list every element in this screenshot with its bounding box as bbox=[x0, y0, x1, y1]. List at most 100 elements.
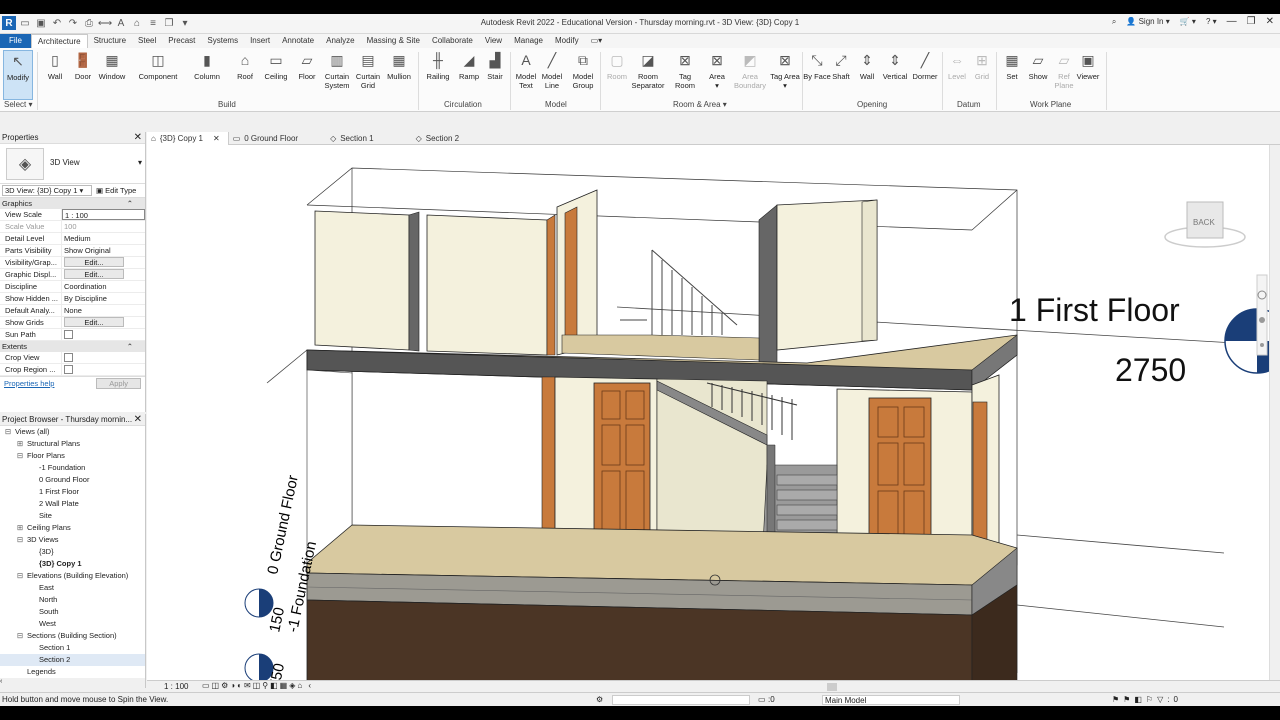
type-selector[interactable]: ◈ 3D View ▾ bbox=[0, 144, 145, 184]
property-value[interactable]: Edit... bbox=[62, 269, 145, 280]
property-value[interactable]: Medium bbox=[62, 233, 145, 244]
property-value[interactable] bbox=[62, 364, 145, 375]
upper-railing[interactable] bbox=[620, 249, 738, 335]
room-separator-button[interactable]: ◪ Room Separator bbox=[630, 50, 666, 100]
tag-room-button[interactable]: ⊠ Tag Room bbox=[670, 50, 700, 100]
door-button[interactable]: 🚪 Door bbox=[68, 50, 98, 100]
design-option-dropdown[interactable]: Main Model bbox=[822, 695, 960, 705]
tab-section-2[interactable]: ◇ Section 2 bbox=[412, 132, 468, 145]
tab-systems[interactable]: Systems bbox=[201, 34, 244, 48]
browser-item[interactable]: ⊞ Ceiling Plans bbox=[0, 522, 145, 534]
browser-item[interactable]: ⊟ Sections (Building Section) bbox=[0, 630, 145, 642]
curtain-system-button[interactable]: ▥ Curtain System bbox=[322, 50, 352, 100]
browser-item[interactable]: West bbox=[0, 618, 145, 630]
help-icon[interactable]: ? ▾ bbox=[1206, 17, 1217, 26]
3d-view-icon[interactable]: ⌂ bbox=[130, 16, 144, 30]
save-icon[interactable]: ▣ bbox=[34, 16, 48, 30]
workset-dropdown[interactable] bbox=[612, 695, 750, 705]
undo-icon[interactable]: ↶ bbox=[50, 16, 64, 30]
view-controls-icons[interactable]: ▭◫⚙◑◐✉◫⚲◧▦◈⌂ ‹ bbox=[202, 681, 313, 690]
door-left[interactable] bbox=[593, 382, 651, 546]
browser-item[interactable]: Site bbox=[0, 510, 145, 522]
tab-structure[interactable]: Structure bbox=[88, 34, 132, 48]
tab-ground-floor[interactable]: ▭ 0 Ground Floor bbox=[229, 132, 306, 145]
browser-item[interactable]: {3D} Copy 1 bbox=[0, 558, 145, 570]
wall-button[interactable]: ▯ Wall bbox=[40, 50, 70, 100]
worksets-icon[interactable]: ⚙ bbox=[596, 693, 603, 707]
ribbon-options-icon[interactable]: ▭▾ bbox=[585, 34, 609, 48]
browser-item[interactable]: ⊟ Views (all) bbox=[0, 426, 145, 438]
search-icon[interactable]: ⌕ bbox=[1112, 17, 1116, 27]
roof-button[interactable]: ⌂ Roof bbox=[230, 50, 260, 100]
restore-button[interactable]: ❐ bbox=[1247, 16, 1256, 27]
switch-windows-icon[interactable]: ❐ bbox=[162, 16, 176, 30]
print-icon[interactable]: ⎙ bbox=[82, 16, 96, 30]
property-value[interactable]: 1 : 100 bbox=[62, 209, 145, 220]
text-icon[interactable]: A bbox=[114, 16, 128, 30]
first-floor-level-tag[interactable]: 1 First Floor 2750 bbox=[1009, 292, 1269, 388]
instance-selector[interactable]: 3D View: {3D} Copy 1 ▾ bbox=[2, 185, 92, 196]
area-button[interactable]: ⊠ Area ▾ bbox=[702, 50, 732, 100]
horizontal-scroll-thumb[interactable] bbox=[827, 683, 837, 691]
property-value[interactable] bbox=[62, 329, 145, 340]
browser-item[interactable]: ⊟ Elevations (Building Elevation) bbox=[0, 570, 145, 582]
railing-button[interactable]: ╫ Railing bbox=[423, 50, 453, 100]
model-group-button[interactable]: ⧉ Model Group bbox=[568, 50, 598, 100]
browser-hscroll[interactable]: ‹ bbox=[0, 678, 145, 688]
viewcube[interactable]: BACK bbox=[1164, 201, 1246, 248]
property-value[interactable]: 100 bbox=[62, 221, 145, 232]
vertical-button[interactable]: ⇕ Vertical bbox=[880, 50, 910, 100]
column-button[interactable]: ▮ Column bbox=[192, 50, 222, 100]
sign-in[interactable]: 👤 Sign In ▾ bbox=[1126, 17, 1169, 26]
stair-button[interactable]: ▟ Stair bbox=[480, 50, 510, 100]
properties-help-link[interactable]: Properties help bbox=[4, 379, 54, 388]
browser-item[interactable]: South bbox=[0, 606, 145, 618]
drawing-viewport[interactable]: 0 Ground Floor 150 -1 Foundation 750 1 F… bbox=[147, 145, 1269, 689]
minimize-button[interactable]: — bbox=[1227, 16, 1237, 27]
checkbox[interactable] bbox=[64, 365, 73, 374]
tab-section-1[interactable]: ◇ Section 1 bbox=[326, 132, 382, 145]
tab-3d-copy-1[interactable]: ⌂ {3D} Copy 1 ✕ bbox=[147, 132, 229, 145]
edit-button[interactable]: Edit... bbox=[64, 317, 124, 327]
measure-icon[interactable]: ⟷ bbox=[98, 16, 112, 30]
browser-item[interactable]: East bbox=[0, 582, 145, 594]
open-icon[interactable]: ▭ bbox=[18, 16, 32, 30]
3d-model-view[interactable]: 0 Ground Floor 150 -1 Foundation 750 1 F… bbox=[147, 145, 1269, 689]
area-boundary-button[interactable]: ◩ Area Boundary bbox=[733, 50, 767, 100]
expand-toggle-icon[interactable]: ⊞ bbox=[16, 438, 24, 450]
redo-icon[interactable]: ↷ bbox=[66, 16, 80, 30]
graphics-section[interactable]: Graphics ⌃ bbox=[0, 198, 145, 209]
browser-item[interactable]: -1 Foundation bbox=[0, 462, 145, 474]
edit-button[interactable]: Edit... bbox=[64, 269, 124, 279]
property-value[interactable] bbox=[62, 352, 145, 363]
room-area-panel-label[interactable]: Room & Area ▾ bbox=[673, 100, 727, 109]
close-icon[interactable]: ✕ bbox=[134, 132, 142, 144]
tag-area-button[interactable]: ⊠ Tag Area ▾ bbox=[770, 50, 800, 100]
browser-item[interactable]: North bbox=[0, 594, 145, 606]
tab-manage[interactable]: Manage bbox=[508, 34, 549, 48]
ground-floor-slab[interactable] bbox=[306, 524, 1018, 616]
editable-only-icon[interactable]: ▭ bbox=[758, 693, 766, 707]
tab-architecture[interactable]: Architecture bbox=[30, 34, 88, 48]
property-value[interactable]: Edit... bbox=[62, 317, 145, 328]
tab-file[interactable]: File bbox=[0, 34, 31, 48]
mullion-button[interactable]: ▦ Mullion bbox=[384, 50, 414, 100]
tab-steel[interactable]: Steel bbox=[132, 34, 162, 48]
viewer-button[interactable]: ▣ Viewer bbox=[1073, 50, 1103, 100]
expand-toggle-icon[interactable]: ⊟ bbox=[16, 450, 24, 462]
browser-item[interactable]: ⊟ 3D Views bbox=[0, 534, 145, 546]
browser-item[interactable]: ⊟ Floor Plans bbox=[0, 450, 145, 462]
room-button[interactable]: ▢ Room bbox=[602, 50, 632, 100]
close-icon[interactable]: ✕ bbox=[134, 414, 142, 426]
edit-type-button[interactable]: ▣ Edit Type bbox=[96, 186, 136, 195]
edit-button[interactable]: Edit... bbox=[64, 257, 124, 267]
tab-analyze[interactable]: Analyze bbox=[320, 34, 360, 48]
tab-collaborate[interactable]: Collaborate bbox=[426, 34, 479, 48]
browser-item[interactable]: Legends bbox=[0, 666, 145, 676]
tab-massing-site[interactable]: Massing & Site bbox=[361, 34, 426, 48]
extents-section[interactable]: Extents ⌃ bbox=[0, 341, 145, 352]
tab-modify[interactable]: Modify bbox=[549, 34, 585, 48]
property-value[interactable]: Coordination bbox=[62, 281, 145, 292]
browser-item[interactable]: Section 1 bbox=[0, 642, 145, 654]
grid-button[interactable]: ⊞ Grid bbox=[967, 50, 997, 100]
